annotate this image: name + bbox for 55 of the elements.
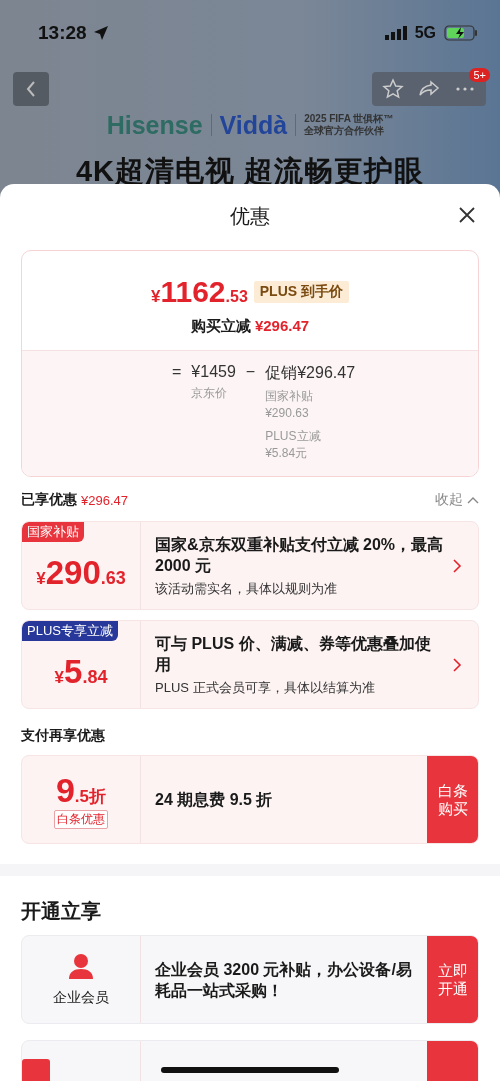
minus-sign: − bbox=[245, 363, 256, 382]
discount-card[interactable]: PLUS专享立减 ¥5.84 可与 PLUS 价、满减、券等优惠叠加使用 PLUS 正式会员可享，具体以结算为准 bbox=[21, 620, 479, 709]
discount-note: 该活动需实名，具体以规则为准 bbox=[155, 579, 338, 598]
banner-headline: 4K超清电视 超流畅更护眼 bbox=[74, 154, 426, 189]
price-badge: PLUS 到手价 bbox=[253, 281, 349, 303]
promo-amount: ¥5.84元 bbox=[265, 445, 309, 462]
open-button[interactable]: 立即开通 bbox=[427, 936, 478, 1023]
discount-title: 可与 PLUS 价、满减、券等优惠叠加使用 bbox=[155, 633, 432, 675]
discount-rate: 9.5折 bbox=[55, 770, 107, 810]
discount-card[interactable]: 国家补贴 ¥290.63 国家&京东双重补贴支付立减 20%，最高 2000 元 该活动需实名，具体以规则为准 bbox=[21, 521, 479, 610]
promo-amount: ¥290.63 bbox=[265, 405, 310, 422]
collapse-toggle[interactable]: 收起 bbox=[435, 491, 479, 509]
network-label: 5G bbox=[414, 24, 436, 42]
discount-amount: ¥5.84 bbox=[54, 652, 108, 691]
section-heading: 开通立享 bbox=[21, 899, 102, 924]
member-label: 企业会员 bbox=[53, 988, 109, 1007]
discount-tag: 国家补贴 bbox=[22, 522, 84, 542]
section-heading: 支付再享优惠 bbox=[21, 727, 106, 745]
offer-title: 企业会员 3200 元补贴，办公设备/易耗品一站式采购！ bbox=[155, 959, 413, 1001]
sheet-title: 优惠 bbox=[230, 203, 270, 229]
enjoyed-label: 已享优惠 bbox=[21, 491, 77, 509]
enjoyed-amount: ¥296.47 bbox=[81, 492, 128, 508]
discount-tag: PLUS专享立减 bbox=[22, 621, 118, 641]
chevron-left-icon bbox=[25, 80, 37, 98]
person-icon bbox=[67, 952, 95, 979]
chevron-right-icon bbox=[452, 558, 462, 573]
notification-badge: 5+ bbox=[469, 68, 490, 82]
instant-label: 购买立减 bbox=[190, 317, 251, 336]
status-time: 13:28 bbox=[38, 22, 87, 44]
offer-tag: 白条优惠 bbox=[54, 809, 108, 829]
offer-title: 24 期息费 9.5 折 bbox=[155, 790, 274, 810]
signal-icon bbox=[384, 26, 409, 40]
chevron-right-icon bbox=[452, 657, 462, 672]
member-icon bbox=[22, 1059, 50, 1081]
brand-logo: Hisense bbox=[106, 110, 203, 140]
battery-icon bbox=[444, 25, 478, 41]
partner-text: 全球官方合作伙伴 bbox=[304, 125, 386, 137]
base-label: 京东价 bbox=[191, 385, 229, 402]
star-icon[interactable] bbox=[382, 78, 404, 100]
back-button[interactable] bbox=[13, 72, 49, 106]
discount-amount: ¥290.63 bbox=[36, 553, 126, 592]
equals-sign: = bbox=[172, 363, 182, 382]
partner-text: 2025 FIFA 世俱杯™ bbox=[304, 113, 394, 125]
base-price: ¥1459 bbox=[191, 363, 236, 381]
promo-label: PLUS立减 bbox=[265, 428, 322, 445]
discount-title: 国家&京东双重补贴支付立减 20%，最高 2000 元 bbox=[155, 534, 444, 576]
buy-button[interactable]: 白条购买 bbox=[427, 756, 478, 843]
brand-logo: Viddà bbox=[219, 110, 288, 140]
location-arrow-icon bbox=[92, 25, 109, 41]
instant-amount: ¥296.47 bbox=[254, 317, 310, 336]
discount-note: PLUS 正式会员可享，具体以结算为准 bbox=[155, 678, 376, 697]
promo-total: 促销¥296.47 bbox=[265, 363, 356, 383]
promo-label: 国家补贴 bbox=[265, 388, 315, 405]
chevron-up-icon bbox=[467, 496, 479, 504]
final-price: ¥1162.53 bbox=[150, 275, 248, 309]
